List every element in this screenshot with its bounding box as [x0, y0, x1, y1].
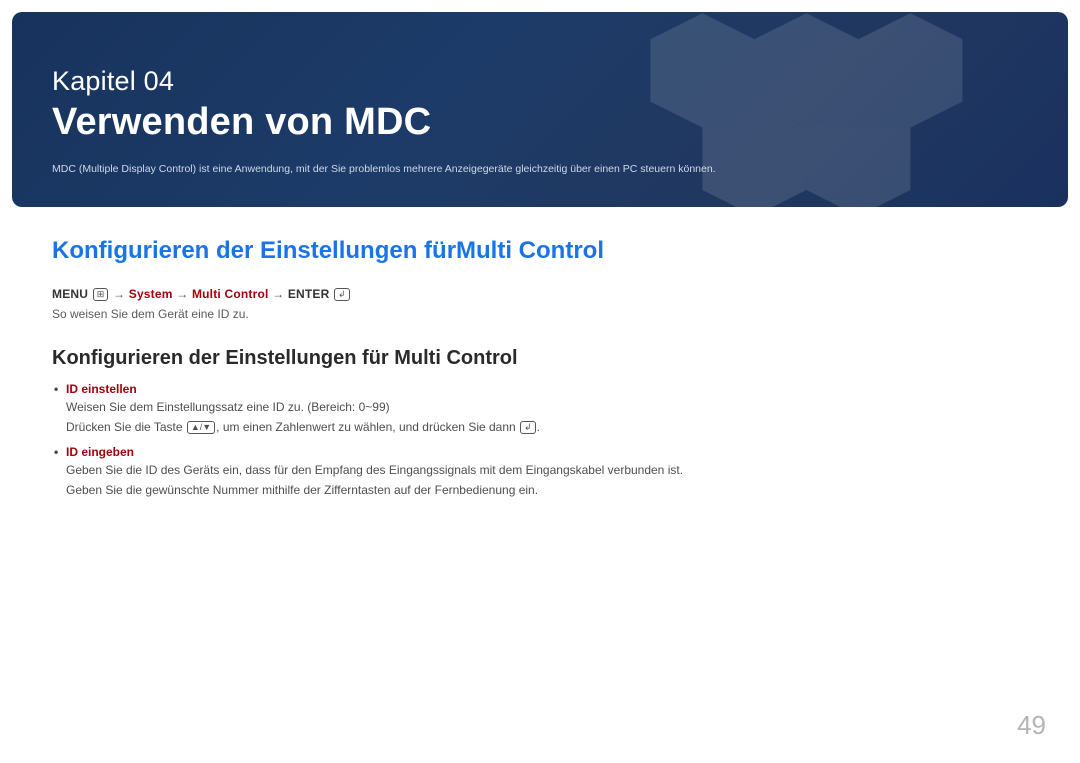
page-content: Konfigurieren der Einstellungen fürMulti…	[12, 207, 1068, 500]
item-text: Geben Sie die ID des Geräts ein, dass fü…	[66, 461, 1028, 480]
section-heading: Konfigurieren der Einstellungen fürMulti…	[52, 237, 1028, 265]
nav-menu-label: MENU	[52, 287, 88, 301]
menu-icon: ⊞	[93, 288, 109, 301]
item-text-with-keys: Drücken Sie die Taste ▲/▼, um einen Zahl…	[66, 418, 1028, 437]
enter-key-icon: ↲	[520, 421, 536, 434]
page-number: 49	[1017, 710, 1046, 741]
nav-arrow: →	[113, 287, 125, 301]
key-line-suffix: .	[537, 420, 540, 434]
chapter-description: MDC (Multiple Display Control) ist eine …	[52, 162, 1028, 177]
bullet-icon: •	[54, 445, 58, 459]
item-label-id-eingeben: • ID eingeben	[66, 445, 1028, 459]
enter-icon: ↲	[334, 288, 350, 301]
nav-system-label: System	[129, 287, 173, 301]
nav-arrow: →	[176, 287, 188, 301]
key-line-prefix: Drücken Sie die Taste	[66, 420, 186, 434]
nav-arrow: →	[272, 287, 284, 301]
bullet-icon: •	[54, 382, 58, 396]
key-line-middle: , um einen Zahlenwert zu wählen, und drü…	[216, 420, 519, 434]
nav-multi-control-label: Multi Control	[192, 287, 269, 301]
item-list: • ID einstellen Weisen Sie dem Einstellu…	[52, 382, 1028, 500]
list-item: • ID einstellen Weisen Sie dem Einstellu…	[66, 382, 1028, 437]
item-label-text: ID eingeben	[66, 445, 134, 459]
chapter-label: Kapitel 04	[52, 66, 1028, 97]
item-label-id-einstellen: • ID einstellen	[66, 382, 1028, 396]
item-text: Geben Sie die gewünschte Nummer mithilfe…	[66, 481, 1028, 500]
nav-enter-label: ENTER	[288, 287, 330, 301]
section-intro: So weisen Sie dem Gerät eine ID zu.	[52, 307, 1028, 321]
up-down-key-icon: ▲/▼	[187, 421, 215, 434]
list-item: • ID eingeben Geben Sie die ID des Gerät…	[66, 445, 1028, 500]
item-text: Weisen Sie dem Einstellungssatz eine ID …	[66, 398, 1028, 417]
item-label-text: ID einstellen	[66, 382, 137, 396]
chapter-hero: Kapitel 04 Verwenden von MDC MDC (Multip…	[12, 12, 1068, 207]
chapter-title: Verwenden von MDC	[52, 101, 1028, 144]
menu-navigation-path: MENU ⊞ → System → Multi Control → ENTER …	[52, 287, 1028, 301]
section-subheading: Konfigurieren der Einstellungen für Mult…	[52, 347, 1028, 370]
